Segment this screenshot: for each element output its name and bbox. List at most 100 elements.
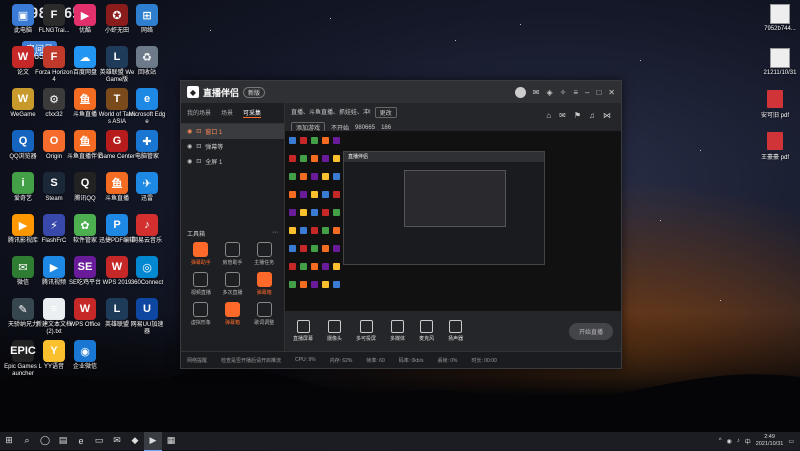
tab-scenes[interactable]: 场景 [221, 108, 233, 118]
edit-title-button[interactable]: 更改 [374, 107, 397, 118]
pdf-file-icon[interactable]: 安可旧 pdf [755, 90, 795, 119]
desktop-icon-label: Microsoft Edge [128, 112, 166, 125]
eye-icon[interactable]: ◉ [187, 158, 192, 165]
tool-label: 歌词调整 [254, 320, 275, 326]
desktop-icon[interactable]: ◎ 360Connect [128, 256, 166, 287]
toolbox-item[interactable]: 弹幕箱 [248, 272, 280, 296]
room-id: 980665 [355, 124, 376, 131]
desktop-icon[interactable]: U 网易UU加速器 [128, 298, 166, 336]
lock-icon[interactable]: ⊡ [196, 158, 201, 165]
app-icon: SE [74, 256, 96, 278]
ime-icon[interactable]: 中 [745, 437, 751, 446]
taskbar-app-icon[interactable]: ◯ [36, 432, 54, 450]
fan-icon[interactable]: ⚑ [574, 111, 581, 120]
taskbar-app-icon[interactable]: ▭ [90, 432, 108, 450]
taskbar-app-icon[interactable]: ✉ [108, 432, 126, 450]
preview-desktop-icon [311, 227, 318, 234]
preview-desktop-icon [289, 281, 296, 288]
skin-icon[interactable]: ◈ [546, 88, 552, 97]
source-item-window[interactable]: ◉ ⊡ 窗口 1 [181, 124, 284, 139]
live-companion-window[interactable]: ◆ 直播伴侣 新版 ✉ ◈ ✧ ≡ – □ ✕ 我的场景 场景 可采集 ◉ ⊡ 窗… [180, 80, 622, 369]
app-icon: W [74, 298, 96, 320]
stream-control-button[interactable]: 摄像头 [327, 320, 342, 342]
stream-preview[interactable]: 直播伴侣 [285, 131, 621, 311]
taskbar-app-icon[interactable]: ⌕ [18, 432, 36, 450]
taskbar-app-icon[interactable]: ◆ [126, 432, 144, 450]
toolbox-item[interactable]: 房管助手 [217, 242, 249, 266]
gift-box-icon[interactable]: ⌂ [546, 111, 551, 120]
volume-icon[interactable]: ♪ [737, 438, 740, 444]
clock[interactable]: 2:49 2021/10/31 [756, 434, 784, 448]
eye-icon[interactable]: ◉ [187, 128, 192, 135]
toolbox-item[interactable]: 视频直播 [185, 272, 217, 296]
taskbar-apps: ⊞ ⌕ ◯ ▤ e ▭ ✉ ◆ ▶ ▦ [0, 431, 180, 451]
source-item-danmu[interactable]: ◉ ⊡ 弹幕等 [181, 139, 284, 154]
control-label: 麦克风 [419, 336, 435, 342]
stream-title[interactable]: 直播、斗鱼直播、抓娃娃、冲! [291, 107, 371, 118]
stream-control-button[interactable]: 直播屏幕 [293, 320, 313, 342]
notification-icon[interactable]: ▭ [788, 438, 794, 445]
status-item: 网络提醒 [187, 357, 208, 364]
toolbox-item[interactable]: 弹幕助手 [185, 242, 217, 266]
share-icon[interactable]: ⋈ [603, 111, 611, 120]
toolbox-item[interactable]: 多次直播 [217, 272, 249, 296]
stream-control-button[interactable]: 多可投屏 [356, 320, 376, 342]
taskbar-app-icon[interactable]: ▶ [144, 431, 162, 451]
maximize-icon[interactable]: □ [596, 88, 601, 97]
taskbar-app-icon[interactable]: ▦ [162, 432, 180, 450]
user-avatar[interactable] [514, 86, 526, 98]
image-file-icon[interactable]: 21211/10/31 [760, 48, 800, 76]
lock-icon[interactable]: ⊡ [196, 128, 201, 135]
stream-control-button[interactable]: 扬声器 [448, 320, 463, 342]
source-item-fullscreen[interactable]: ◉ ⊡ 全屏 1 [181, 154, 284, 169]
chat-icon[interactable]: ✉ [559, 111, 566, 120]
toolbox-item[interactable]: 主播任务 [248, 242, 280, 266]
menu-icon[interactable]: ≡ [573, 88, 578, 97]
toolbox-header: 工具箱 ⋯ [181, 229, 284, 238]
app-icon: 鱼 [74, 130, 96, 152]
tab-capture[interactable]: 可采集 [243, 108, 262, 118]
start-live-button[interactable]: 开始直播 [568, 322, 613, 340]
desktop-icon[interactable]: ♪ 网易云音乐 [128, 214, 166, 245]
toolbox-item[interactable]: 虚拟形象 [185, 302, 217, 326]
stream-control-button[interactable]: 麦克风 [419, 320, 434, 342]
minimize-icon[interactable]: – [585, 88, 589, 97]
pdf-file-icon[interactable]: 王豪豪 pdf [755, 132, 795, 161]
stream-control-button[interactable]: 多媒体 [390, 320, 405, 342]
control-label: 直播屏幕 [293, 336, 314, 342]
start-button[interactable]: ⊞ [0, 432, 18, 450]
preview-desktop-icon [333, 263, 340, 270]
tab-my-scenes[interactable]: 我的场景 [187, 108, 211, 118]
taskbar-app-icon[interactable]: e [72, 432, 90, 450]
message-icon[interactable]: ✉ [533, 88, 540, 97]
preview-desktop-icon [322, 281, 329, 288]
clock-time: 2:49 [764, 434, 775, 440]
eye-icon[interactable]: ◉ [187, 143, 192, 150]
taskbar: ⊞ ⌕ ◯ ▤ e ▭ ✉ ◆ ▶ ▦ ^ ◉ ♪ 中 2:49 2021/10/31 ▭ [0, 431, 800, 451]
tool-icon [256, 272, 272, 287]
app-icon: ◎ [136, 256, 158, 278]
control-label: 多媒体 [390, 336, 406, 342]
gift-icon[interactable]: ✧ [560, 88, 567, 97]
app-icon: W [12, 46, 34, 68]
desktop-icon[interactable]: ✚ 电脑管家 [128, 130, 166, 161]
lock-icon[interactable]: ⊡ [196, 143, 201, 150]
network-icon[interactable]: ◉ [727, 438, 732, 445]
desktop-icon[interactable]: ✈ 迅雷 [128, 172, 166, 203]
version-badge[interactable]: 新版 [243, 86, 266, 98]
desktop-icon[interactable]: e Microsoft Edge [128, 88, 166, 126]
image-file-icon[interactable]: 7952b744... [760, 4, 800, 32]
desktop-icon[interactable]: ◉ 企业微信 [66, 340, 104, 371]
toolbox-item[interactable]: 歌词调整 [248, 302, 280, 326]
close-icon[interactable]: ✕ [608, 88, 615, 97]
preview-desktop-icon [333, 227, 340, 234]
desktop-icon[interactable]: ♻ 回收站 [128, 46, 166, 77]
tool-label: 多次直播 [222, 290, 243, 296]
taskbar-app-icon[interactable]: ▤ [54, 432, 72, 450]
more-icon[interactable]: ⋯ [272, 229, 278, 238]
bell-icon[interactable]: ♫ [589, 111, 595, 120]
desktop-icon[interactable]: ⊞ 网络 [128, 4, 166, 35]
chevron-up-icon[interactable]: ^ [719, 438, 722, 444]
toolbox-item[interactable]: 弹幕箱 [217, 302, 249, 326]
tool-icon [193, 272, 209, 287]
